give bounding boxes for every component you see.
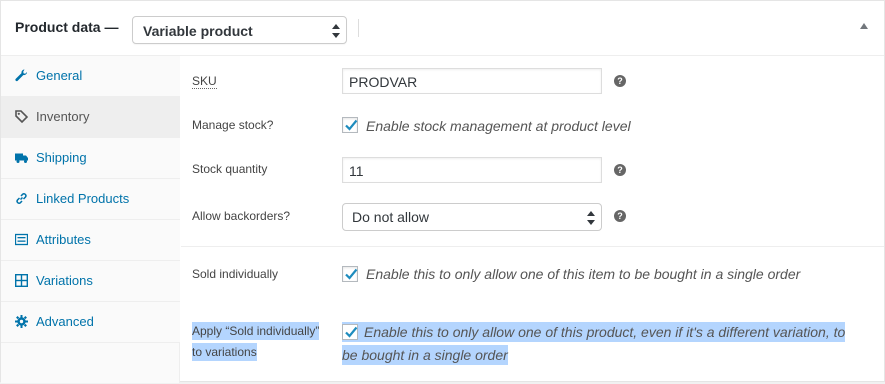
collapse-toggle-icon[interactable]	[860, 23, 868, 29]
product-data-panel: Product data — Variable product General …	[0, 0, 885, 383]
checkmark-icon	[345, 268, 358, 280]
manage-stock-description: Enable stock management at product level	[366, 118, 631, 134]
product-data-tabs: General Inventory Shipping Linked Produc…	[1, 56, 180, 383]
apply-to-variations-label: Apply “Sold individually” to variations	[192, 321, 342, 363]
backorders-help-icon[interactable]: ?	[614, 210, 626, 222]
list-icon	[15, 233, 28, 246]
link-icon	[16, 193, 27, 204]
stock-quantity-help-icon[interactable]: ?	[614, 164, 626, 176]
gear-icon	[15, 315, 28, 328]
select-arrows-icon	[587, 211, 595, 225]
apply-to-variations-checkbox[interactable]	[342, 324, 358, 340]
header-separator	[358, 19, 359, 37]
tab-label: Inventory	[36, 109, 90, 124]
tab-linked-products[interactable]: Linked Products	[1, 179, 180, 220]
grid-icon	[15, 274, 28, 287]
tab-general[interactable]: General	[1, 56, 180, 97]
truck-icon	[15, 153, 28, 163]
apply-desc-line2: be bought in a single order	[342, 345, 508, 365]
manage-stock-checkbox[interactable]	[342, 117, 358, 133]
tab-label: Attributes	[36, 232, 91, 247]
inventory-panel: SKU PRODVAR ? Manage stock? Enable stock…	[181, 56, 884, 383]
tab-inventory[interactable]: Inventory	[1, 97, 180, 138]
manage-stock-label: Manage stock?	[192, 118, 274, 132]
stock-quantity-label: Stock quantity	[192, 162, 268, 176]
select-arrows-icon	[332, 24, 340, 38]
apply-label-line1: Apply “Sold individually”	[192, 322, 320, 340]
sku-label: SKU	[192, 74, 217, 89]
section-divider	[181, 246, 884, 247]
tab-label: Advanced	[36, 314, 94, 329]
checkmark-icon	[345, 326, 358, 338]
panel-title: Product data —	[15, 19, 119, 35]
checkmark-icon	[345, 119, 358, 131]
tab-attributes[interactable]: Attributes	[1, 220, 180, 261]
stock-quantity-value: 11	[349, 163, 364, 179]
sku-input[interactable]: PRODVAR	[342, 68, 602, 94]
wrench-icon	[15, 69, 28, 82]
apply-label-line2: to variations	[192, 343, 257, 361]
stock-quantity-input[interactable]: 11	[342, 157, 602, 183]
sold-individually-description: Enable this to only allow one of this it…	[366, 266, 801, 282]
backorders-value: Do not allow	[352, 209, 430, 225]
tab-advanced[interactable]: Advanced	[1, 302, 180, 343]
sold-individually-label: Sold individually	[192, 267, 279, 281]
tab-label: Shipping	[36, 150, 87, 165]
sku-help-icon[interactable]: ?	[614, 75, 626, 87]
sku-value: PRODVAR	[349, 74, 418, 90]
apply-to-variations-field: Enable this to only allow one of this pr…	[342, 321, 852, 367]
product-type-select[interactable]: Variable product	[132, 16, 347, 44]
tab-label: General	[36, 68, 83, 83]
tab-shipping[interactable]: Shipping	[1, 138, 180, 179]
panel-header: Product data — Variable product	[1, 1, 884, 56]
tab-label: Linked Products	[36, 191, 130, 206]
backorders-label: Allow backorders?	[192, 209, 291, 223]
tab-variations[interactable]: Variations	[1, 261, 180, 302]
product-type-value: Variable product	[143, 23, 253, 39]
tab-label: Variations	[36, 273, 93, 288]
sold-individually-checkbox[interactable]	[342, 266, 358, 282]
tag-icon	[15, 110, 28, 123]
backorders-select[interactable]: Do not allow	[342, 203, 602, 231]
apply-desc-line1: Enable this to only allow one of this pr…	[364, 324, 846, 340]
